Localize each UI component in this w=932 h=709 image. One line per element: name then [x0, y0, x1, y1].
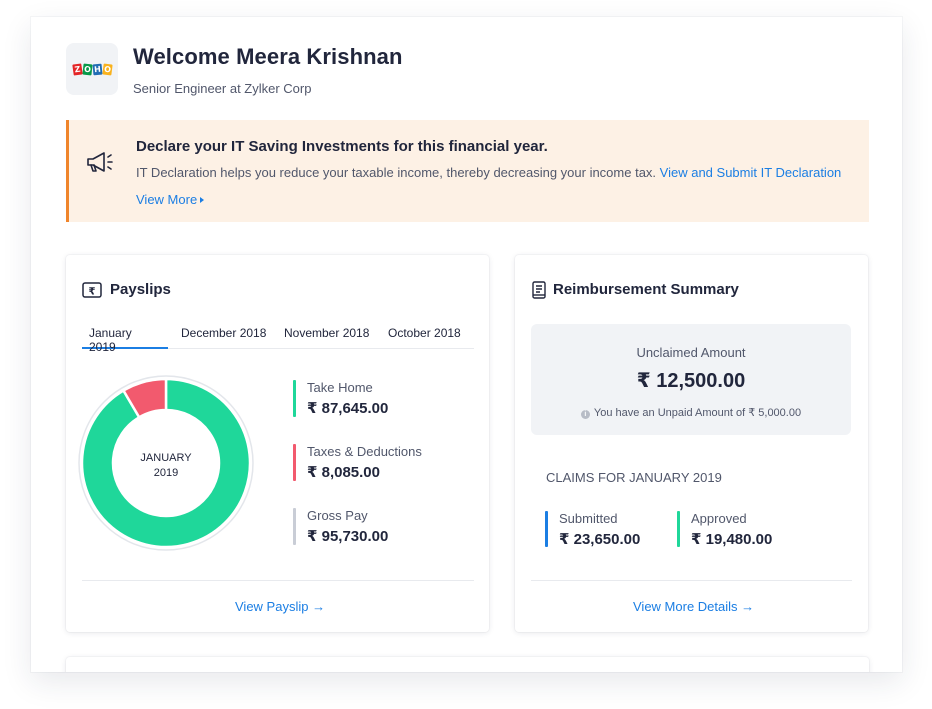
divider — [82, 580, 474, 581]
payslips-card: ₹ Payslips January 2019 December 2018 No… — [66, 255, 489, 632]
user-designation: Senior Engineer at Zylker Corp — [133, 81, 312, 96]
dashboard: ZOHO Welcome Meera Krishnan Senior Engin… — [31, 17, 902, 672]
it-declaration-banner: Declare your IT Saving Investments for t… — [66, 120, 869, 222]
submitted-indicator — [545, 511, 548, 547]
banner-description: IT Declaration helps you reduce your tax… — [136, 165, 841, 180]
donut-month: JANUARY — [140, 452, 192, 464]
banner-text: IT Declaration helps you reduce your tax… — [136, 165, 657, 180]
submitted-value: ₹ 23,650.00 — [559, 531, 641, 548]
banner-title: Declare your IT Saving Investments for t… — [136, 138, 548, 155]
megaphone-icon — [87, 152, 113, 172]
reimbursement-title: Reimbursement Summary — [553, 281, 739, 298]
tab-october-2018[interactable]: October 2018 — [381, 323, 473, 349]
submitted-label: Submitted — [559, 511, 618, 526]
view-more-link[interactable]: View More — [136, 192, 205, 207]
approved-claims-stat: Approved ₹ 19,480.00 — [677, 511, 773, 548]
taxes-deductions-indicator — [293, 444, 296, 481]
gross-pay-label: Gross Pay — [307, 508, 368, 523]
taxes-deductions-label: Taxes & Deductions — [307, 444, 422, 459]
zoho-logo-icon: ZOHO — [71, 62, 113, 76]
divider — [531, 580, 852, 581]
svg-text:₹: ₹ — [89, 287, 96, 298]
take-home-stat: Take Home ₹ 87,645.00 — [293, 380, 388, 417]
approved-indicator — [677, 511, 680, 547]
taxes-deductions-stat: Taxes & Deductions ₹ 8,085.00 — [293, 444, 422, 481]
payslip-month-tabs: January 2019 December 2018 November 2018… — [82, 323, 474, 354]
take-home-label: Take Home — [307, 380, 373, 395]
unclaimed-amount: ₹ 12,500.00 — [636, 370, 746, 392]
caret-right-icon — [200, 197, 205, 203]
unpaid-text: You have an Unpaid Amount of ₹ 5,000.00 — [593, 407, 802, 419]
take-home-indicator — [293, 380, 296, 417]
tab-november-2018[interactable]: November 2018 — [277, 323, 381, 349]
gross-pay-stat: Gross Pay ₹ 95,730.00 — [293, 508, 388, 545]
donut-year: 2019 — [153, 467, 179, 479]
info-icon: i — [580, 410, 590, 419]
gross-pay-value: ₹ 95,730.00 — [307, 528, 389, 545]
view-more-label: View More — [136, 192, 198, 207]
app-frame: ZOHO Welcome Meera Krishnan Senior Engin… — [31, 17, 902, 672]
take-home-value: ₹ 87,645.00 — [307, 400, 389, 417]
submit-it-declaration-link[interactable]: View and Submit IT Declaration — [660, 165, 842, 180]
unpaid-amount-note: i You have an Unpaid Amount of ₹ 5,000.00 — [531, 406, 851, 419]
claims-title: CLAIMS FOR JANUARY 2019 — [546, 470, 722, 485]
rupee-icon: ₹ — [82, 282, 102, 298]
company-logo: ZOHO — [66, 43, 118, 95]
tab-january-2019[interactable]: January 2019 — [82, 323, 168, 354]
unclaimed-label: Unclaimed Amount — [636, 345, 746, 360]
taxes-deductions-value: ₹ 8,085.00 — [307, 464, 380, 481]
submitted-claims-stat: Submitted ₹ 23,650.00 — [545, 511, 641, 548]
view-more-details-link[interactable]: View More Details → — [633, 599, 754, 614]
payslips-title: Payslips — [110, 281, 171, 298]
tab-december-2018[interactable]: December 2018 — [174, 323, 277, 349]
next-card — [66, 657, 869, 672]
approved-label: Approved — [691, 511, 747, 526]
approved-value: ₹ 19,480.00 — [691, 531, 773, 548]
document-icon — [532, 281, 546, 299]
unclaimed-amount-panel: Unclaimed Amount ₹ 12,500.00 i You have a… — [531, 324, 851, 435]
reimbursement-card: Reimbursement Summary Unclaimed Amount ₹… — [515, 255, 868, 632]
page-title: Welcome Meera Krishnan — [133, 44, 403, 69]
donut-center-label: JANUARY 2019 — [78, 451, 254, 481]
view-payslip-link[interactable]: View Payslip → — [235, 599, 325, 614]
gross-pay-indicator — [293, 508, 296, 545]
